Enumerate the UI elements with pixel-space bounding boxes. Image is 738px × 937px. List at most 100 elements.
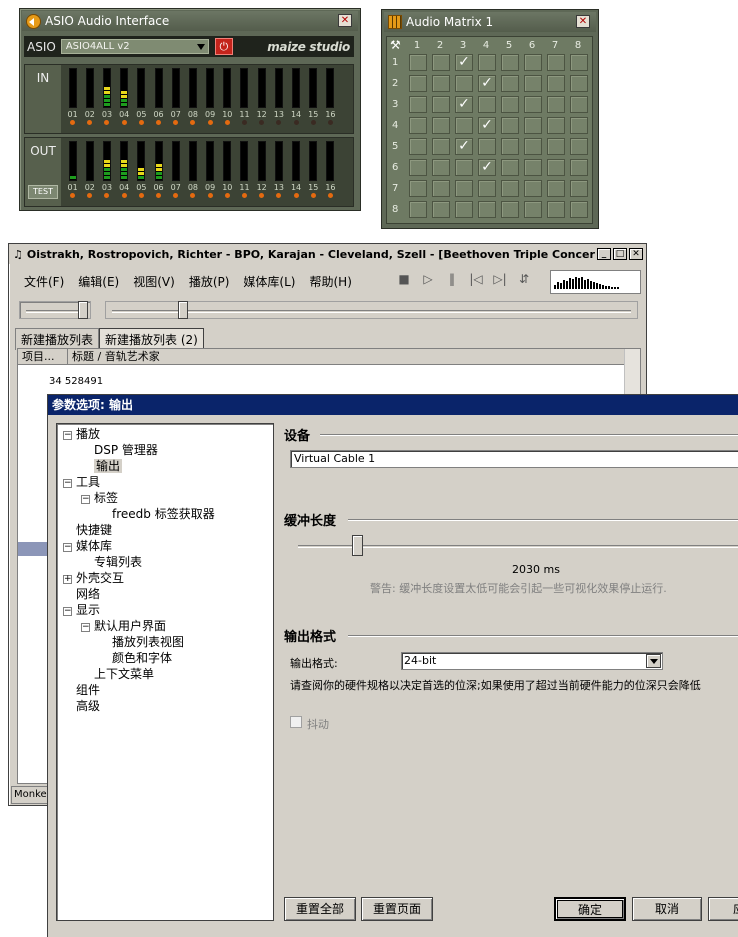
channel-led[interactable]	[87, 193, 93, 198]
matrix-cell[interactable]	[432, 201, 450, 218]
channel-led[interactable]	[241, 193, 247, 198]
pause-icon[interactable]: ‖	[442, 269, 462, 289]
matrix-cell[interactable]	[570, 54, 588, 71]
menu-item[interactable]: 帮助(H)	[302, 273, 358, 290]
reset-all-button[interactable]: 重置全部	[284, 897, 356, 921]
channel-led[interactable]	[156, 193, 162, 198]
matrix-cell[interactable]	[570, 117, 588, 134]
matrix-cell[interactable]	[432, 159, 450, 176]
matrix-cell[interactable]	[547, 75, 565, 92]
wrench-icon[interactable]: ⚒	[390, 38, 406, 54]
matrix-cell[interactable]	[524, 201, 542, 218]
power-icon[interactable]: ⏻	[214, 38, 233, 55]
matrix-cell[interactable]	[409, 117, 427, 134]
previous-icon[interactable]: |◁	[466, 269, 486, 289]
menu-item[interactable]: 媒体库(L)	[236, 273, 302, 290]
tree-expander-icon[interactable]: −	[81, 495, 90, 504]
apply-button[interactable]: 应	[708, 897, 738, 921]
channel-led[interactable]	[121, 193, 127, 198]
channel-led[interactable]	[121, 120, 127, 125]
matrix-cell[interactable]	[478, 96, 496, 113]
minimize-icon[interactable]: _	[597, 248, 611, 260]
tree-item-高级[interactable]: 高级	[76, 699, 100, 714]
matrix-cell-checked[interactable]: ✓	[455, 96, 473, 113]
matrix-cell[interactable]	[409, 96, 427, 113]
matrix-cell[interactable]	[570, 201, 588, 218]
matrix-cell[interactable]	[570, 96, 588, 113]
menu-item[interactable]: 视图(V)	[126, 273, 182, 290]
tree-item-工具[interactable]: − 工具	[63, 475, 100, 490]
matrix-cell[interactable]	[501, 180, 519, 197]
matrix-cell[interactable]	[501, 54, 519, 71]
cancel-button[interactable]: 取消	[632, 897, 702, 921]
matrix-cell[interactable]	[455, 159, 473, 176]
matrix-cell[interactable]	[409, 138, 427, 155]
channel-led[interactable]	[293, 193, 299, 198]
matrix-cell[interactable]	[547, 54, 565, 71]
matrix-cell[interactable]	[524, 96, 542, 113]
matrix-cell[interactable]	[455, 75, 473, 92]
stop-icon[interactable]: ■	[394, 269, 414, 289]
tree-item-播放[interactable]: − 播放	[63, 427, 100, 442]
channel-led[interactable]	[224, 120, 230, 125]
matrix-cell[interactable]	[547, 117, 565, 134]
menu-item[interactable]: 文件(F)	[17, 273, 71, 290]
tree-item-输出[interactable]: 输出	[94, 459, 123, 474]
matrix-cell[interactable]	[547, 201, 565, 218]
matrix-cell[interactable]	[478, 180, 496, 197]
matrix-cell[interactable]	[478, 54, 496, 71]
asio-titlebar[interactable]: ASIO Audio Interface ✕	[22, 11, 358, 31]
channel-led[interactable]	[87, 120, 93, 125]
tree-item-标签[interactable]: − 标签	[81, 491, 118, 506]
test-button[interactable]: TEST	[28, 185, 58, 199]
column-header[interactable]: 项目...	[18, 349, 68, 364]
tree-expander-icon[interactable]: −	[81, 623, 90, 632]
tree-item-上下文菜单[interactable]: 上下文菜单	[94, 667, 154, 682]
matrix-cell[interactable]	[501, 159, 519, 176]
channel-led[interactable]	[104, 193, 110, 198]
channel-led[interactable]	[173, 120, 179, 125]
tree-item-freedb 标签获取器[interactable]: freedb 标签获取器	[112, 507, 215, 522]
tree-item-快捷键[interactable]: 快捷键	[76, 523, 112, 538]
matrix-cell[interactable]	[501, 117, 519, 134]
matrix-cell[interactable]	[547, 180, 565, 197]
matrix-cell[interactable]	[409, 54, 427, 71]
dither-checkbox[interactable]	[290, 716, 302, 728]
player-titlebar[interactable]: ♫ Oistrakh, Rostropovich, Richter - BPO,…	[9, 244, 646, 264]
matrix-cell-checked[interactable]: ✓	[478, 159, 496, 176]
channel-led[interactable]	[276, 120, 282, 125]
close-icon[interactable]: ✕	[576, 15, 590, 28]
matrix-titlebar[interactable]: Audio Matrix 1 ✕	[384, 12, 596, 32]
matrix-cell-checked[interactable]: ✓	[478, 117, 496, 134]
channel-led[interactable]	[241, 120, 247, 125]
reset-page-button[interactable]: 重置页面	[361, 897, 433, 921]
chevron-down-icon[interactable]	[646, 654, 661, 668]
matrix-cell[interactable]	[409, 180, 427, 197]
matrix-cell[interactable]	[432, 75, 450, 92]
channel-led[interactable]	[259, 120, 265, 125]
channel-led[interactable]	[207, 193, 213, 198]
matrix-cell[interactable]	[455, 180, 473, 197]
matrix-cell[interactable]	[524, 180, 542, 197]
tree-item-颜色和字体[interactable]: 颜色和字体	[112, 651, 172, 666]
matrix-cell[interactable]	[524, 138, 542, 155]
channel-led[interactable]	[156, 120, 162, 125]
matrix-cell[interactable]	[455, 117, 473, 134]
tree-expander-icon[interactable]: +	[63, 575, 72, 584]
matrix-cell-checked[interactable]: ✓	[455, 54, 473, 71]
matrix-cell[interactable]	[501, 201, 519, 218]
close-icon[interactable]: ✕	[629, 248, 643, 260]
matrix-cell[interactable]	[524, 159, 542, 176]
matrix-cell[interactable]	[432, 117, 450, 134]
matrix-cell[interactable]	[432, 54, 450, 71]
next-icon[interactable]: ▷|	[490, 269, 510, 289]
tree-item-DSP 管理器[interactable]: DSP 管理器	[94, 443, 158, 458]
matrix-cell[interactable]	[524, 54, 542, 71]
column-header[interactable]: 标题 / 音轨艺术家	[68, 349, 628, 364]
maximize-icon[interactable]: □	[613, 248, 627, 260]
tree-item-媒体库[interactable]: − 媒体库	[63, 539, 112, 554]
matrix-cell[interactable]	[409, 201, 427, 218]
matrix-cell[interactable]	[432, 180, 450, 197]
matrix-cell[interactable]	[478, 138, 496, 155]
channel-led[interactable]	[259, 193, 265, 198]
